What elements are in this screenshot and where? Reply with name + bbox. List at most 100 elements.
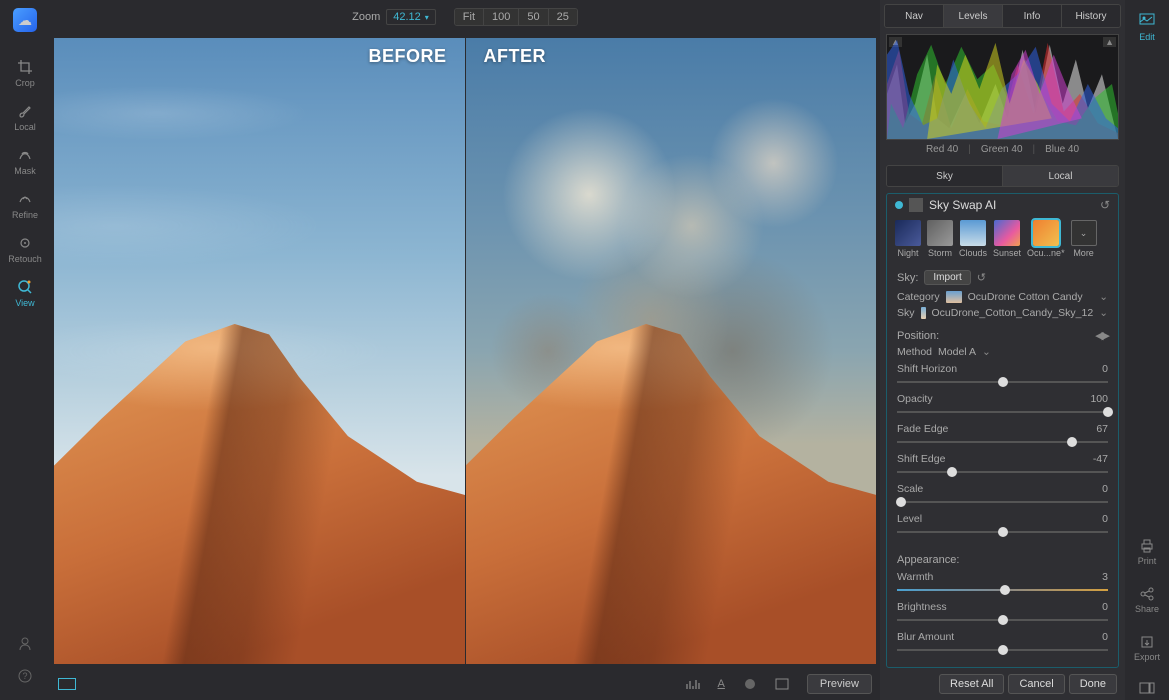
appearance-slider-blur-amount[interactable]: Blur Amount0 xyxy=(897,628,1108,658)
refine-icon xyxy=(16,190,34,208)
print-button[interactable]: Print xyxy=(1138,538,1157,566)
histogram-red-value: Red 40 xyxy=(926,144,958,155)
tool-label: View xyxy=(15,298,34,308)
sky-swap-panel: Sky Swap AI ↺ Night Storm Clouds Sunset … xyxy=(886,193,1119,668)
tab-history[interactable]: History xyxy=(1062,5,1120,27)
left-toolbar: ☁ Crop Local Mask Refine Retouch View ? xyxy=(0,0,50,700)
panel-enabled-dot[interactable] xyxy=(895,201,903,209)
tab-nav[interactable]: Nav xyxy=(885,5,944,27)
position-slider-opacity[interactable]: Opacity100 xyxy=(897,390,1108,420)
adjustment-mode-tabs: Sky Local xyxy=(886,165,1119,187)
tool-local[interactable]: Local xyxy=(0,96,50,138)
sky-label: Sky: xyxy=(897,272,918,284)
histogram-green-value: Green 40 xyxy=(981,144,1023,155)
category-selector[interactable]: Category OcuDrone Cotton Candy ⌄ xyxy=(897,289,1108,305)
preset-ocudrone[interactable]: Ocu...ne* xyxy=(1027,220,1065,258)
panel-reset-icon[interactable]: ↺ xyxy=(1100,198,1110,212)
edit-icon[interactable] xyxy=(1138,10,1156,28)
zoom-label: Zoom xyxy=(352,11,380,23)
zoom-50-button[interactable]: 50 xyxy=(519,9,548,25)
tool-view[interactable]: View xyxy=(0,272,50,314)
preset-more[interactable]: ⌄More xyxy=(1071,220,1097,258)
cancel-button[interactable]: Cancel xyxy=(1008,674,1064,694)
chevron-down-icon: ⌄ xyxy=(1071,220,1097,246)
panel-collapse-icon xyxy=(1139,682,1155,694)
tool-label: Local xyxy=(14,122,36,132)
chevron-down-icon: ⌄ xyxy=(1099,307,1108,319)
sky-selector[interactable]: Sky OcuDrone_Cotton_Candy_Sky_12 ⌄ xyxy=(897,305,1108,321)
preset-sunset[interactable]: Sunset xyxy=(993,220,1021,258)
zoom-25-button[interactable]: 25 xyxy=(549,9,577,25)
zoom-fit-button[interactable]: Fit xyxy=(455,9,484,25)
appearance-slider-brightness[interactable]: Brightness0 xyxy=(897,598,1108,628)
chevron-down-icon: ⌄ xyxy=(982,346,991,358)
preview-button[interactable]: Preview xyxy=(807,674,872,694)
export-button[interactable]: Export xyxy=(1134,634,1160,662)
panel-header: Sky Swap AI ↺ xyxy=(887,194,1118,216)
info-tabs: Nav Levels Info History xyxy=(884,4,1121,28)
position-slider-fade-edge[interactable]: Fade Edge67 xyxy=(897,420,1108,450)
histogram-toggle-icon[interactable] xyxy=(686,678,700,690)
tab-sky[interactable]: Sky xyxy=(887,166,1003,186)
view-icon xyxy=(16,278,34,296)
mask-icon xyxy=(16,146,34,164)
user-icon[interactable] xyxy=(17,636,33,652)
text-tool-icon[interactable]: A xyxy=(718,678,725,690)
zoom-value-dropdown[interactable]: 42.12▾ xyxy=(386,9,436,25)
panel-title: Sky Swap AI xyxy=(929,198,996,212)
tool-label: Crop xyxy=(15,78,35,88)
appearance-slider-warmth[interactable]: Warmth3 xyxy=(897,568,1108,598)
tool-label: Mask xyxy=(14,166,36,176)
category-thumb-icon xyxy=(946,291,962,303)
right-action-bar: Edit Print Share Export xyxy=(1125,0,1169,700)
before-label: BEFORE xyxy=(368,46,446,67)
reset-all-button[interactable]: Reset All xyxy=(939,674,1004,694)
tool-label: Refine xyxy=(12,210,38,220)
tool-refine[interactable]: Refine xyxy=(0,184,50,226)
soft-proof-icon[interactable] xyxy=(743,677,757,691)
position-slider-shift-horizon[interactable]: Shift Horizon0 xyxy=(897,360,1108,390)
box-icon[interactable] xyxy=(775,678,789,690)
tool-mask[interactable]: Mask xyxy=(0,140,50,182)
after-label: AFTER xyxy=(484,46,547,67)
after-pane: AFTER xyxy=(466,38,877,664)
position-slider-scale[interactable]: Scale0 xyxy=(897,480,1108,510)
tab-info[interactable]: Info xyxy=(1003,5,1062,27)
panel-icon xyxy=(909,198,923,212)
import-button[interactable]: Import xyxy=(924,270,970,285)
preset-night[interactable]: Night xyxy=(895,220,921,258)
chevron-down-icon: ⌄ xyxy=(1099,291,1108,303)
help-icon[interactable]: ? xyxy=(17,668,33,684)
share-button[interactable]: Share xyxy=(1135,586,1159,614)
histogram-blue-value: Blue 40 xyxy=(1045,144,1079,155)
tab-local-adj[interactable]: Local xyxy=(1003,166,1118,186)
done-button[interactable]: Done xyxy=(1069,674,1117,694)
before-pane: BEFORE xyxy=(54,38,465,664)
tool-crop[interactable]: Crop xyxy=(0,52,50,94)
right-panel: Nav Levels Info History ▲ ▲ Red 40 xyxy=(880,0,1125,700)
retouch-icon xyxy=(16,234,34,252)
preset-storm[interactable]: Storm xyxy=(927,220,953,258)
top-toolbar: Zoom 42.12▾ Fit 100 50 25 xyxy=(50,0,880,34)
edit-label: Edit xyxy=(1139,32,1155,42)
nudge-arrows-icon[interactable]: ◀▶ xyxy=(1095,329,1108,342)
tool-retouch[interactable]: Retouch xyxy=(0,228,50,270)
sky-reset-icon[interactable]: ↺ xyxy=(977,271,986,284)
method-selector[interactable]: Method Model A ⌄ xyxy=(897,344,1108,360)
footer-buttons: Reset All Cancel Done xyxy=(880,668,1125,700)
position-slider-shift-edge[interactable]: Shift Edge-47 xyxy=(897,450,1108,480)
panel-body[interactable]: Sky: Import ↺ Category OcuDrone Cotton C… xyxy=(887,264,1118,667)
app-logo: ☁ xyxy=(13,8,37,32)
zoom-100-button[interactable]: 100 xyxy=(484,9,519,25)
chevron-down-icon: ▾ xyxy=(425,13,429,22)
histogram-canvas[interactable]: ▲ ▲ xyxy=(886,34,1119,140)
view-mode-single-icon[interactable] xyxy=(58,678,76,690)
bottom-toolbar: A Preview xyxy=(50,668,880,700)
panel-toggle-button[interactable] xyxy=(1139,682,1155,694)
canvas[interactable]: BEFORE AFTER xyxy=(50,34,880,668)
preset-clouds[interactable]: Clouds xyxy=(959,220,987,258)
position-slider-level[interactable]: Level0 xyxy=(897,510,1108,540)
sky-presets: Night Storm Clouds Sunset Ocu...ne* ⌄Mor… xyxy=(887,216,1118,264)
share-icon xyxy=(1139,586,1155,602)
tab-levels[interactable]: Levels xyxy=(944,5,1003,27)
